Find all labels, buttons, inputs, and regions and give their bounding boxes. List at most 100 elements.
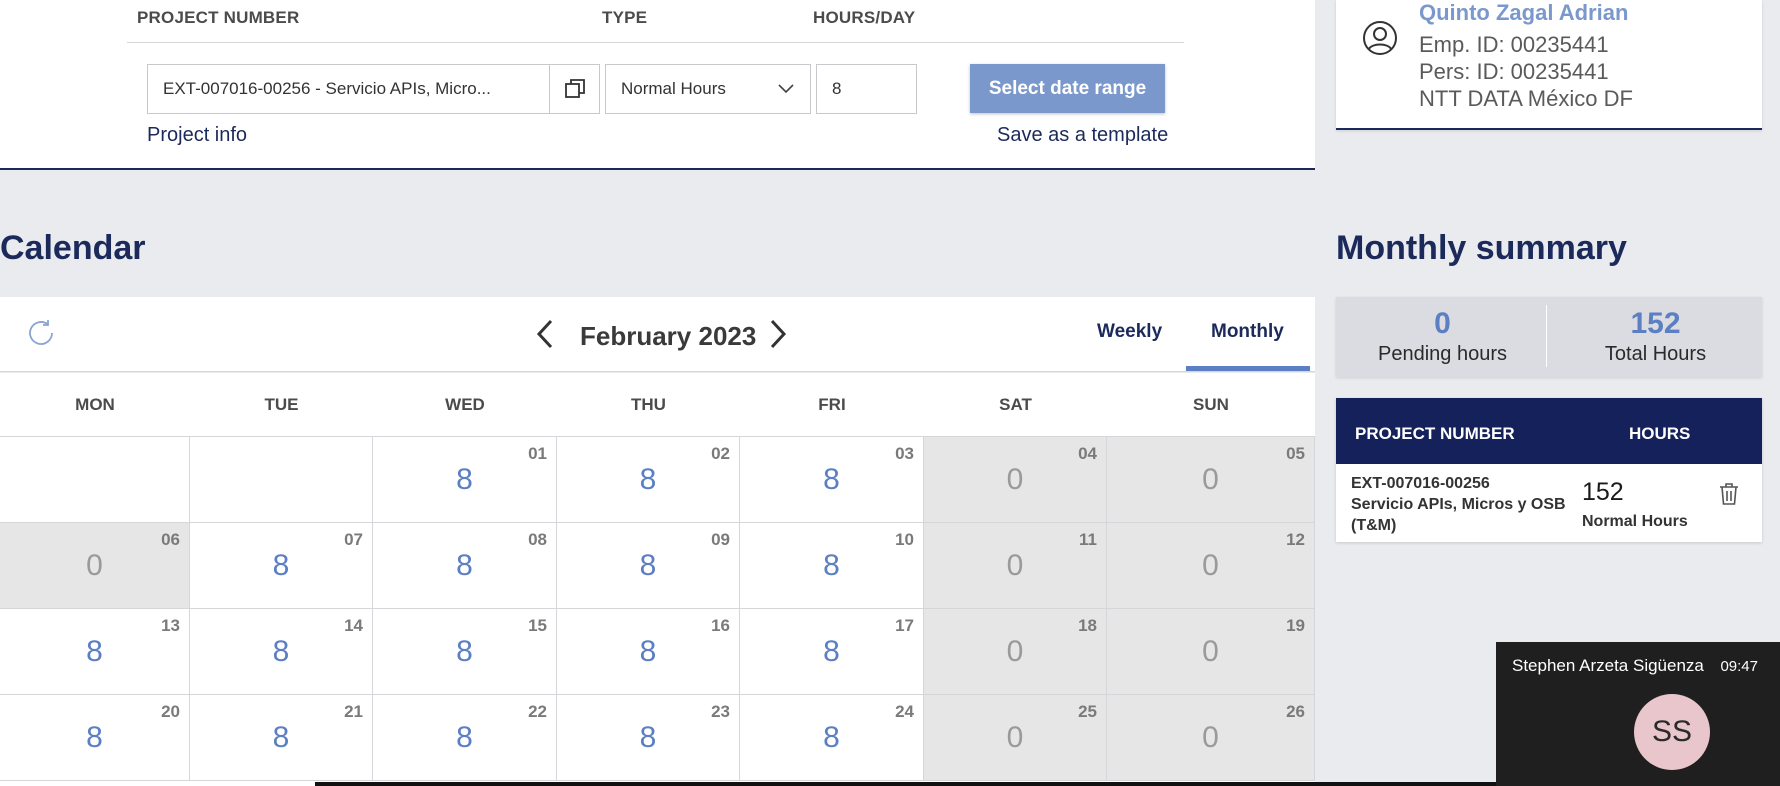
type-select[interactable]: Normal Hours <box>605 64 811 114</box>
hours-per-day-header: HOURS/DAY <box>813 8 916 27</box>
day-number: 05 <box>1286 444 1305 463</box>
copy-project-button[interactable] <box>549 64 600 114</box>
save-template-link[interactable]: Save as a template <box>997 124 1168 147</box>
calendar-day-16[interactable]: 16 8 <box>557 609 740 695</box>
day-number: 17 <box>895 616 914 635</box>
day-number: 25 <box>1078 702 1097 721</box>
table-row: EXT-007016-00256 Servicio APIs, Micros y … <box>1336 464 1762 542</box>
project-summary-table: PROJECT NUMBER HOURS EXT-007016-00256 Ser… <box>1336 398 1762 542</box>
project-number-header: PROJECT NUMBER <box>137 8 300 27</box>
project-number-input[interactable]: EXT-007016-00256 - Servicio APIs, Micro.… <box>147 64 551 114</box>
employee-id: Emp. ID: 00235441 <box>1419 32 1609 57</box>
calendar-day-25[interactable]: 25 0 <box>924 695 1107 781</box>
day-hours: 8 <box>823 463 840 496</box>
th-project-number: PROJECT NUMBER <box>1355 424 1515 443</box>
calendar-day-14[interactable]: 14 8 <box>190 609 373 695</box>
calendar-day-11[interactable]: 11 0 <box>924 523 1107 609</box>
day-hours: 0 <box>1006 463 1024 496</box>
day-hours: 8 <box>456 635 473 668</box>
calendar-day-07[interactable]: 07 8 <box>190 523 373 609</box>
day-hours: 8 <box>272 721 290 754</box>
day-hours: 8 <box>272 635 290 668</box>
day-number: 15 <box>528 616 547 635</box>
day-number: 23 <box>711 702 730 721</box>
day-hours: 8 <box>456 549 473 582</box>
day-hours: 0 <box>1202 463 1219 496</box>
calendar-empty-cell <box>0 437 190 523</box>
day-hours: 8 <box>86 635 103 668</box>
day-number: 01 <box>528 444 547 463</box>
day-hours: 8 <box>86 721 103 754</box>
day-number: 02 <box>711 444 730 463</box>
summary-hours-type: Normal Hours <box>1582 513 1688 530</box>
calendar-day-26[interactable]: 26 0 <box>1107 695 1315 781</box>
day-number: 22 <box>528 702 547 721</box>
summary-project-name: EXT-007016-00256 Servicio APIs, Micros y … <box>1351 475 1566 534</box>
day-hours: 8 <box>823 721 840 754</box>
calendar-day-04[interactable]: 04 0 <box>924 437 1107 523</box>
calendar-day-09[interactable]: 09 8 <box>557 523 740 609</box>
day-number: 19 <box>1286 616 1305 635</box>
day-number: 12 <box>1286 530 1305 549</box>
tab-weekly[interactable]: Weekly <box>1097 321 1162 343</box>
calendar-day-08[interactable]: 08 8 <box>373 523 557 609</box>
time-entry-form: PROJECT NUMBER TYPE HOURS/DAY EXT-007016… <box>0 0 1315 170</box>
next-month-icon[interactable] <box>766 317 790 351</box>
day-hours: 8 <box>456 721 473 754</box>
day-hours: 0 <box>1006 721 1024 754</box>
day-number: 10 <box>895 530 914 549</box>
weekday-fri: FRI <box>818 395 846 414</box>
calendar-day-13[interactable]: 13 8 <box>0 609 190 695</box>
day-number: 04 <box>1078 444 1097 463</box>
day-hours: 8 <box>639 721 657 754</box>
tab-monthly[interactable]: Monthly <box>1211 321 1284 343</box>
trash-icon[interactable] <box>1718 482 1740 506</box>
calendar-day-06[interactable]: 06 0 <box>0 523 190 609</box>
type-header: TYPE <box>602 8 648 27</box>
day-number: 20 <box>161 702 180 721</box>
employee-organization: NTT DATA México DF <box>1419 86 1633 111</box>
calendar-day-21[interactable]: 21 8 <box>190 695 373 781</box>
calendar-day-02[interactable]: 02 8 <box>557 437 740 523</box>
select-date-range-button[interactable]: Select date range <box>970 64 1165 113</box>
calendar-title: Calendar <box>0 229 146 267</box>
calendar-day-23[interactable]: 23 8 <box>557 695 740 781</box>
weekday-wed: WED <box>445 395 485 414</box>
header-divider <box>127 42 1184 43</box>
calendar-day-12[interactable]: 12 0 <box>1107 523 1315 609</box>
day-number: 14 <box>344 616 363 635</box>
refresh-icon[interactable] <box>25 317 57 349</box>
th-hours: HOURS <box>1629 424 1691 443</box>
calendar-day-24[interactable]: 24 8 <box>740 695 924 781</box>
day-hours: 8 <box>639 635 657 668</box>
calendar-day-20[interactable]: 20 8 <box>0 695 190 781</box>
day-hours: 8 <box>639 463 657 496</box>
bottom-edge-strip <box>315 782 1496 786</box>
calendar-day-01[interactable]: 01 8 <box>373 437 557 523</box>
total-hours-label: Total Hours <box>1604 343 1707 365</box>
video-call-tile[interactable]: Stephen Arzeta Sigüenza 09:47 SS <box>1496 642 1780 786</box>
calendar-day-22[interactable]: 22 8 <box>373 695 557 781</box>
total-hours-value: 152 <box>1630 307 1681 340</box>
calendar-day-17[interactable]: 17 8 <box>740 609 924 695</box>
day-hours: 0 <box>1202 635 1219 668</box>
day-hours: 0 <box>1006 635 1024 668</box>
calendar-day-10[interactable]: 10 8 <box>740 523 924 609</box>
employee-name[interactable]: Quinto Zagal Adrian <box>1419 0 1628 26</box>
calendar-toolbar: February 2023 Weekly Monthly <box>0 297 1315 372</box>
day-number: 18 <box>1078 616 1097 635</box>
calendar-day-15[interactable]: 15 8 <box>373 609 557 695</box>
day-hours: 0 <box>1202 721 1219 754</box>
day-number: 06 <box>161 530 180 549</box>
project-info-link[interactable]: Project info <box>147 124 247 147</box>
previous-month-icon[interactable] <box>533 317 557 351</box>
calendar-day-18[interactable]: 18 0 <box>924 609 1107 695</box>
call-time: 09:47 <box>1720 658 1758 675</box>
calendar-day-03[interactable]: 03 8 <box>740 437 924 523</box>
calendar-day-05[interactable]: 05 0 <box>1107 437 1315 523</box>
calendar-day-19[interactable]: 19 0 <box>1107 609 1315 695</box>
hours-per-day-input[interactable]: 8 <box>816 64 917 114</box>
calendar-empty-cell <box>190 437 373 523</box>
day-hours: 8 <box>823 549 840 582</box>
weekday-mon: MON <box>75 395 115 414</box>
